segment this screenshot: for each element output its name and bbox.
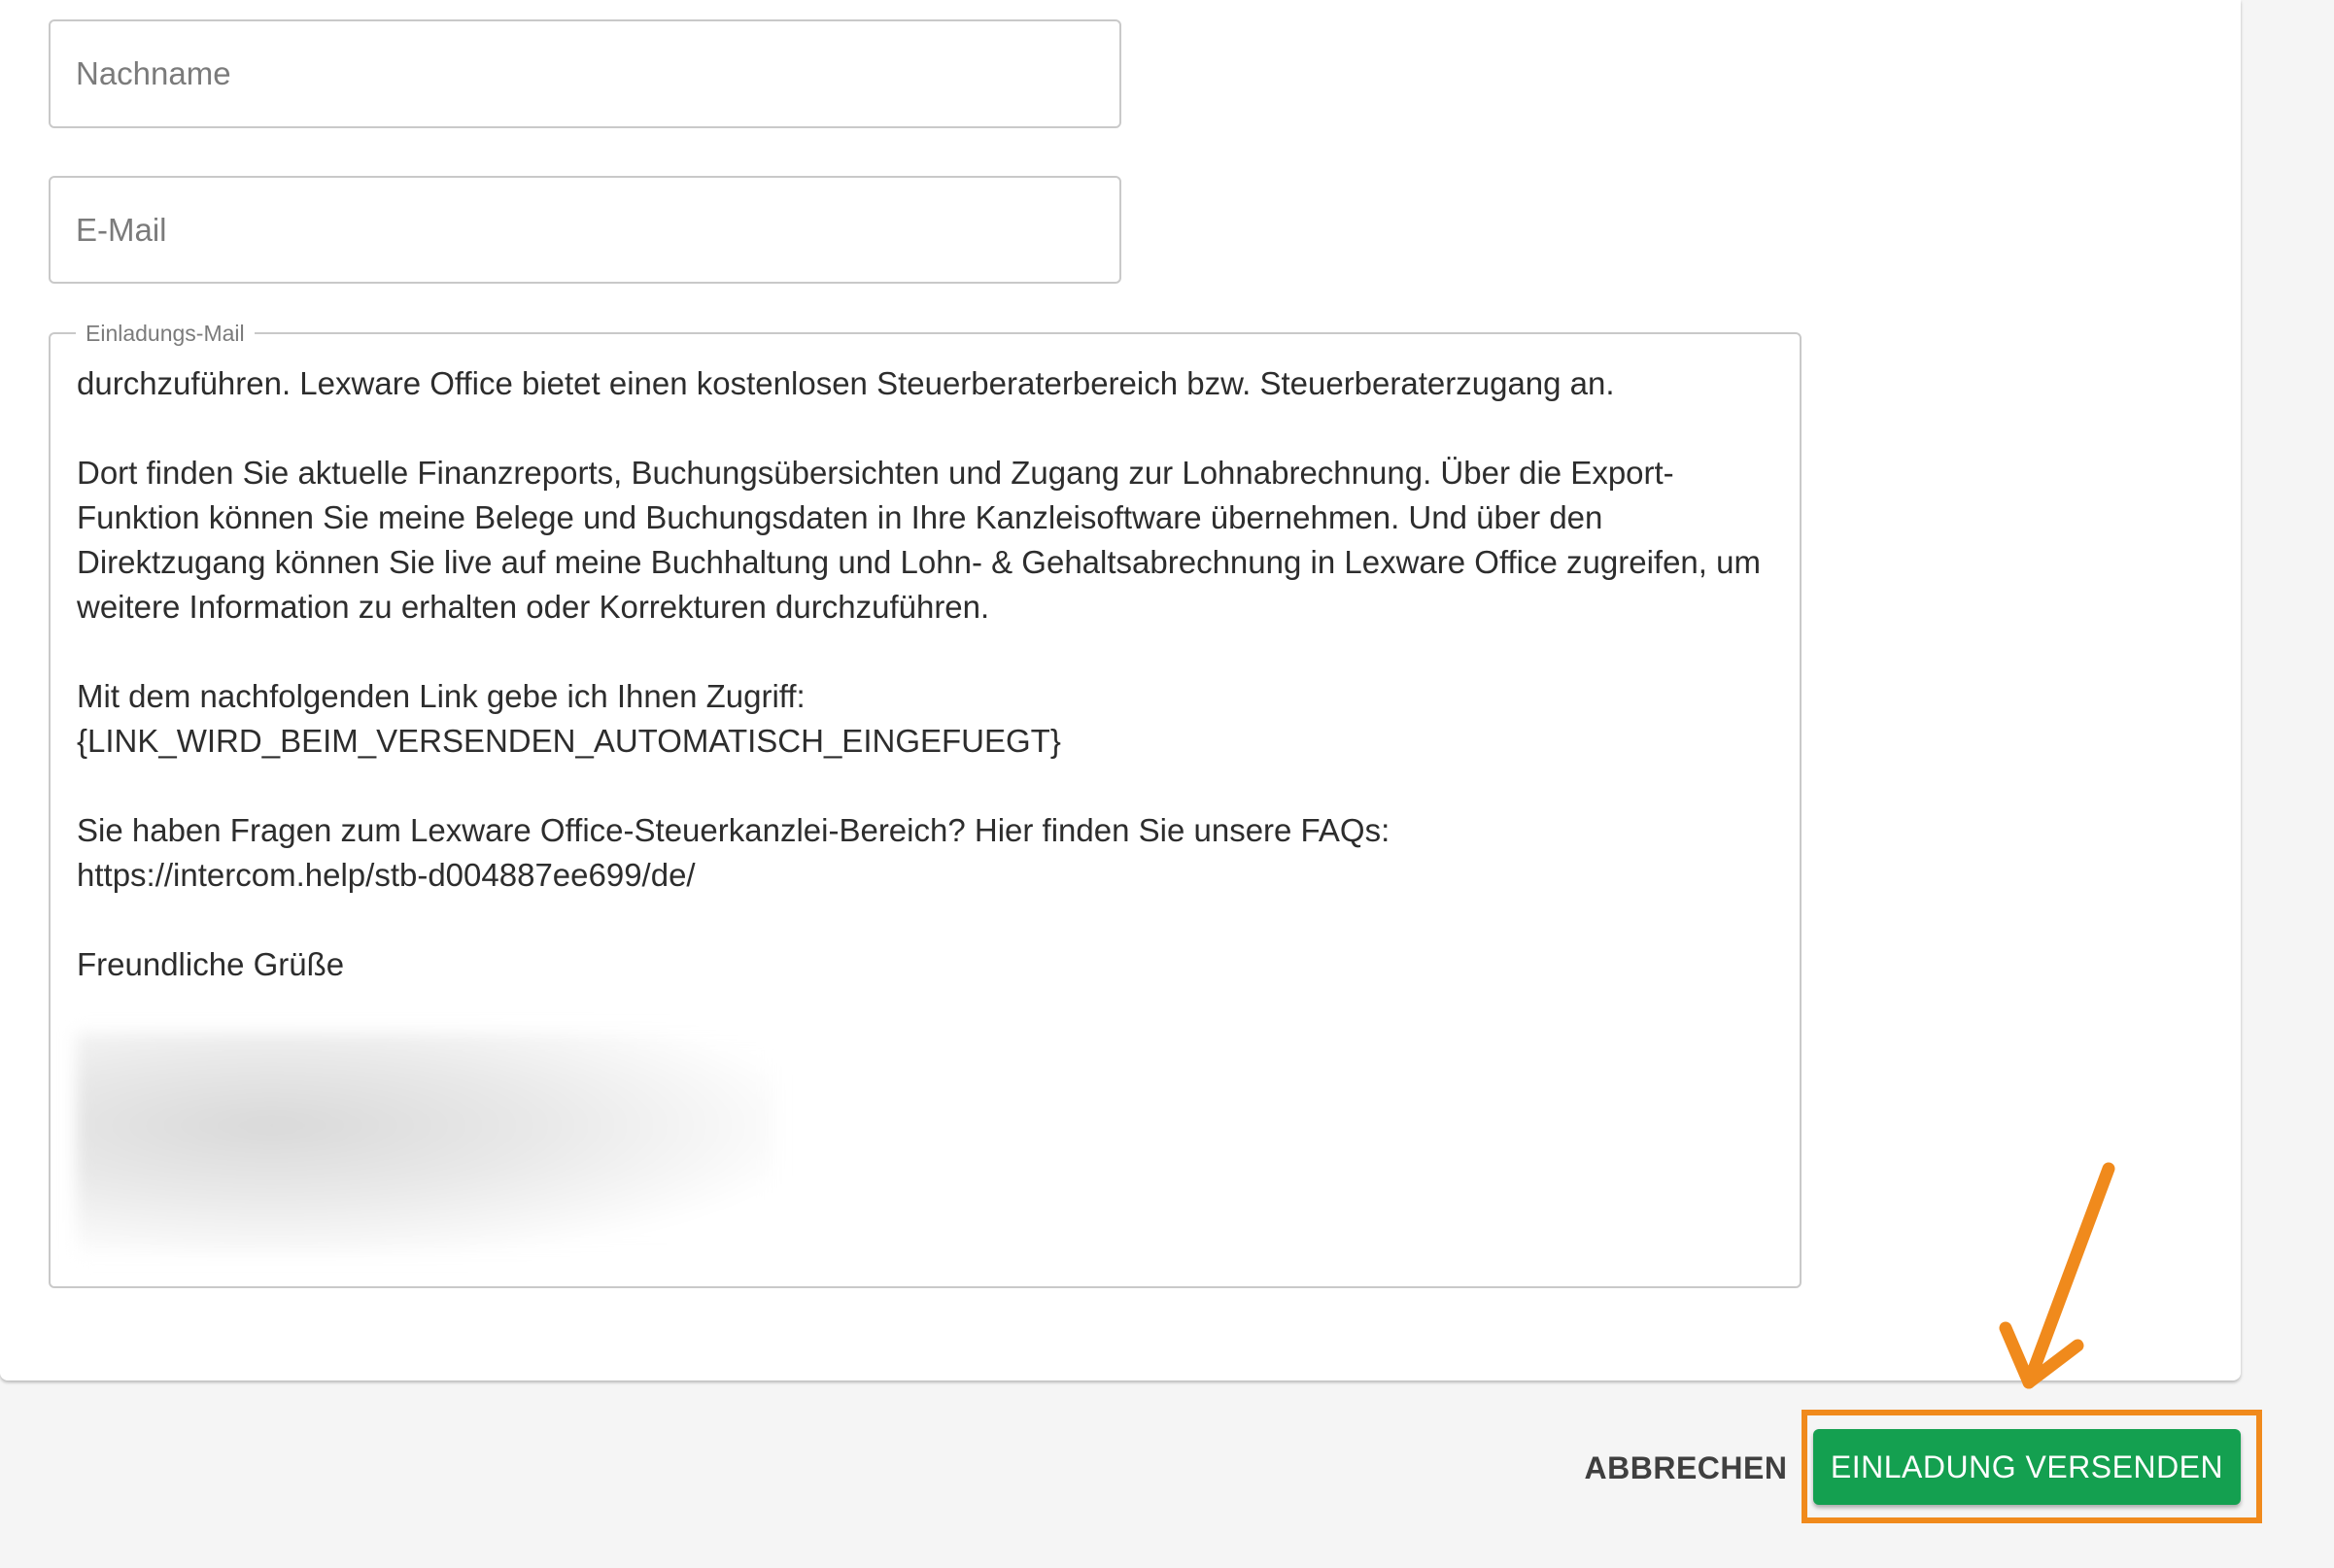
invitation-form-card: Einladungs-Mail durchzuführen. Lexware O… xyxy=(0,0,2241,1381)
email-input[interactable] xyxy=(76,178,1094,282)
invitation-mail-label: Einladungs-Mail xyxy=(76,321,255,346)
mail-paragraph-2: Dort finden Sie aktuelle Finanzreports, … xyxy=(77,455,1761,625)
mail-paragraph-4: Sie haben Fragen zum Lexware Office-Steu… xyxy=(77,812,1390,893)
mail-paragraph-5: Freundliche Grüße xyxy=(77,946,345,982)
lastname-input[interactable] xyxy=(76,21,1094,126)
email-field[interactable] xyxy=(49,176,1121,284)
annotation-arrow-icon xyxy=(1999,1162,2115,1389)
send-invitation-button[interactable]: EINLADUNG VERSENDEN xyxy=(1813,1429,2241,1505)
invitation-mail-textarea[interactable]: Einladungs-Mail durchzuführen. Lexware O… xyxy=(49,321,1802,1288)
invitation-mail-text[interactable]: durchzuführen. Lexware Office bietet ein… xyxy=(77,361,1777,987)
cancel-button[interactable]: ABBRECHEN xyxy=(1574,1441,1798,1495)
blurred-signature xyxy=(76,1032,775,1255)
lastname-field[interactable] xyxy=(49,19,1121,128)
mail-paragraph-1: durchzuführen. Lexware Office bietet ein… xyxy=(77,365,1615,401)
mail-paragraph-3: Mit dem nachfolgenden Link gebe ich Ihne… xyxy=(77,678,1061,759)
